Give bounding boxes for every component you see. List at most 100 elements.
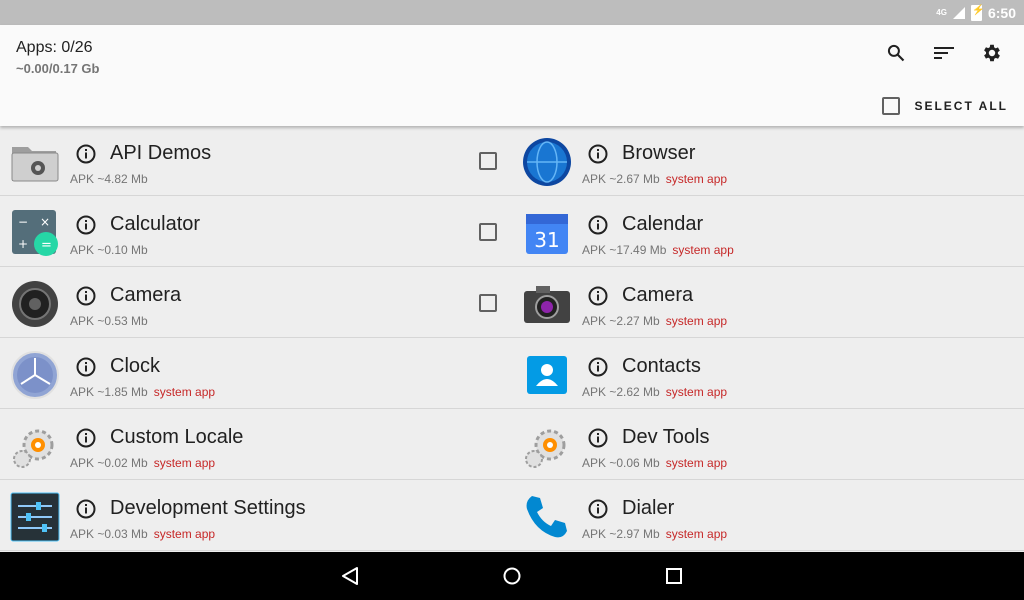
app-size: APK ~0.53 Mb bbox=[70, 314, 148, 328]
app-checkbox[interactable] bbox=[479, 294, 497, 312]
navigation-bar bbox=[0, 552, 1024, 600]
list-item[interactable]: Camera APK ~2.27 Mb system app bbox=[512, 268, 1024, 338]
settings-button[interactable] bbox=[980, 39, 1004, 67]
app-size: APK ~1.85 Mb system app bbox=[70, 385, 215, 399]
search-button[interactable] bbox=[884, 39, 908, 67]
app-size: APK ~4.82 Mb bbox=[70, 172, 148, 186]
toolbar-actions bbox=[884, 39, 1004, 67]
app-bar: Apps: 0/26 ~0.00/0.17 Gb SELECT ALL bbox=[0, 25, 1024, 126]
info-icon[interactable] bbox=[588, 144, 608, 164]
app-name: API Demos bbox=[110, 142, 212, 164]
app-size: APK ~0.06 Mb system app bbox=[582, 456, 727, 470]
app-name: Custom Locale bbox=[110, 426, 244, 448]
info-icon[interactable] bbox=[588, 428, 608, 448]
info-icon[interactable] bbox=[76, 428, 96, 448]
app-size: APK ~17.49 Mb system app bbox=[582, 243, 734, 257]
signal-icon bbox=[952, 6, 965, 19]
apps-count-title: Apps: 0/26 bbox=[16, 39, 93, 56]
gears-icon bbox=[525, 429, 566, 468]
app-checkbox[interactable] bbox=[479, 152, 497, 170]
info-icon[interactable] bbox=[588, 357, 608, 377]
calculator-icon: − × + = bbox=[12, 210, 58, 256]
recents-button[interactable] bbox=[662, 564, 686, 588]
app-name: Clock bbox=[110, 355, 161, 377]
info-icon[interactable] bbox=[76, 499, 96, 519]
app-name: Calendar bbox=[622, 213, 704, 235]
app-name: Dev Tools bbox=[622, 426, 710, 448]
home-button[interactable] bbox=[500, 564, 524, 588]
app-name: Camera bbox=[110, 284, 182, 306]
apk-size: APK ~2.62 Mb bbox=[582, 385, 660, 399]
system-app-tag: system app bbox=[665, 527, 728, 541]
app-list: API Demos APK ~4.82 Mb − × + = Calculator… bbox=[0, 126, 1024, 552]
list-item[interactable]: Custom Locale APK ~0.02 Mb system app bbox=[0, 410, 512, 480]
phone-icon bbox=[526, 496, 567, 538]
svg-text:+: + bbox=[18, 237, 28, 251]
info-icon[interactable] bbox=[76, 215, 96, 235]
apk-size: APK ~1.85 Mb bbox=[70, 385, 148, 399]
sort-icon bbox=[934, 47, 954, 59]
list-item[interactable]: − × + = Calculator APK ~0.10 Mb bbox=[0, 197, 512, 267]
app-name: Dialer bbox=[622, 497, 675, 519]
back-icon bbox=[342, 567, 358, 585]
apk-size: APK ~2.67 Mb bbox=[582, 172, 660, 186]
status-bar: 4G 6:50 bbox=[0, 0, 1024, 25]
recents-icon bbox=[666, 568, 682, 584]
gear-icon bbox=[984, 44, 1000, 62]
apk-size: APK ~4.82 Mb bbox=[70, 172, 148, 186]
status-time: 6:50 bbox=[987, 4, 1016, 21]
list-item[interactable]: Browser APK ~2.67 Mb system app bbox=[512, 126, 1024, 196]
system-app-tag: system app bbox=[153, 385, 216, 399]
svg-text:×: × bbox=[40, 215, 50, 229]
svg-text:=: = bbox=[41, 238, 52, 253]
list-item[interactable]: Camera APK ~0.53 Mb bbox=[0, 268, 512, 338]
app-checkbox[interactable] bbox=[479, 223, 497, 241]
list-item[interactable]: Clock APK ~1.85 Mb system app bbox=[0, 339, 512, 409]
app-size: APK ~0.02 Mb system app bbox=[70, 456, 215, 470]
app-name: Contacts bbox=[622, 355, 701, 377]
system-app-tag: system app bbox=[665, 385, 728, 399]
storage-subtitle: ~0.00/0.17 Gb bbox=[16, 61, 100, 76]
system-app-tag: system app bbox=[665, 172, 728, 186]
select-all-control[interactable]: SELECT ALL bbox=[882, 97, 1008, 115]
list-item[interactable]: Dialer APK ~2.97 Mb system app bbox=[512, 481, 1024, 551]
folder-gear-icon bbox=[11, 147, 59, 182]
sort-button[interactable] bbox=[932, 39, 956, 67]
list-item[interactable]: Contacts APK ~2.62 Mb system app bbox=[512, 339, 1024, 409]
sliders-icon bbox=[10, 492, 60, 542]
list-item[interactable]: API Demos APK ~4.82 Mb bbox=[0, 126, 512, 196]
system-app-tag: system app bbox=[672, 243, 734, 257]
app-size: APK ~2.27 Mb system app bbox=[582, 314, 727, 328]
battery-icon bbox=[970, 4, 984, 21]
apk-size: APK ~0.06 Mb bbox=[582, 456, 660, 470]
info-icon[interactable] bbox=[588, 499, 608, 519]
select-all-checkbox[interactable] bbox=[882, 97, 901, 115]
apk-size: APK ~0.03 Mb bbox=[70, 527, 148, 541]
svg-text:−: − bbox=[18, 215, 28, 229]
info-icon[interactable] bbox=[588, 286, 608, 306]
apk-size: APK ~0.02 Mb bbox=[70, 456, 148, 470]
clock-icon bbox=[11, 351, 59, 399]
apk-size: APK ~2.27 Mb bbox=[582, 314, 660, 328]
home-icon bbox=[503, 567, 521, 585]
system-app-tag: system app bbox=[665, 456, 728, 470]
apk-size: APK ~17.49 Mb bbox=[582, 243, 667, 257]
list-item[interactable]: Development Settings APK ~0.03 Mb system … bbox=[0, 481, 512, 551]
network-indicator: 4G bbox=[936, 8, 947, 17]
select-all-label: SELECT ALL bbox=[914, 99, 1008, 113]
system-app-tag: system app bbox=[153, 527, 216, 541]
calendar-day: 31 bbox=[534, 228, 559, 252]
info-icon[interactable] bbox=[588, 215, 608, 235]
app-size: APK ~0.10 Mb bbox=[70, 243, 148, 257]
app-name: Camera bbox=[622, 284, 694, 306]
globe-icon bbox=[523, 138, 571, 186]
info-icon[interactable] bbox=[76, 144, 96, 164]
back-button[interactable] bbox=[338, 564, 362, 588]
list-item[interactable]: Dev Tools APK ~0.06 Mb system app bbox=[512, 410, 1024, 480]
info-icon[interactable] bbox=[76, 286, 96, 306]
camera-icon bbox=[524, 286, 570, 323]
list-item[interactable]: 31 Calendar APK ~17.49 Mb system app bbox=[512, 197, 1024, 267]
app-name: Development Settings bbox=[110, 497, 306, 519]
info-icon[interactable] bbox=[76, 357, 96, 377]
camera-lens-icon bbox=[12, 281, 58, 327]
